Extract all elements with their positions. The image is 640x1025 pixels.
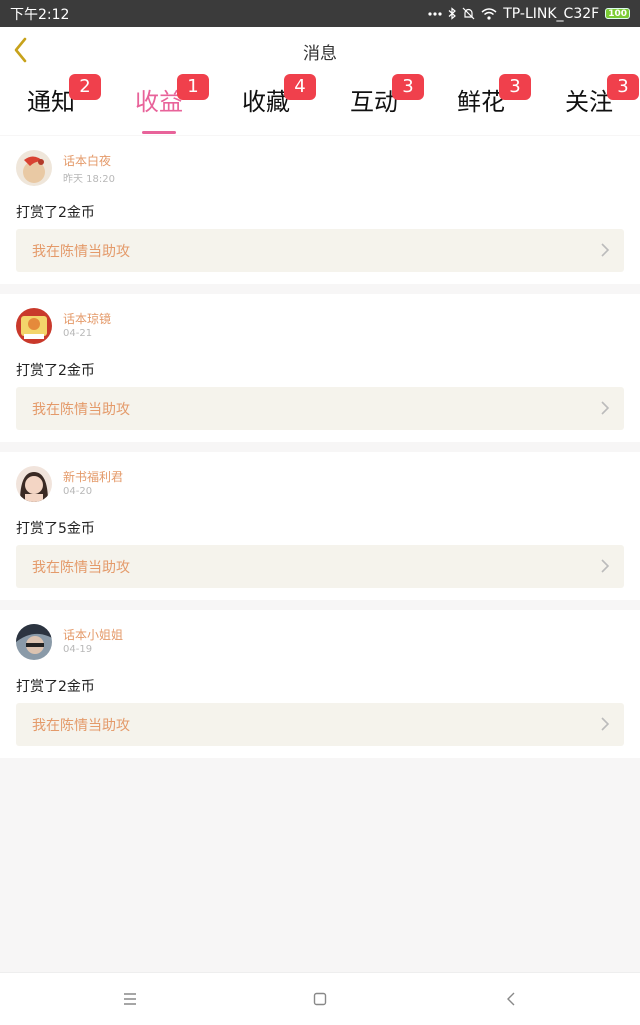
status-icons: TP-LINK_C32F 100 <box>428 6 630 22</box>
message-text: 打赏了2金币 <box>16 679 95 695</box>
tab-follow[interactable]: 关注 3 <box>549 74 639 133</box>
username[interactable]: 话本白夜 <box>63 152 111 169</box>
chevron-right-icon <box>601 717 610 731</box>
username[interactable]: 话本琼镜 <box>63 310 111 327</box>
back-nav-button[interactable] <box>500 987 524 1011</box>
silent-bell-icon <box>462 7 475 20</box>
username[interactable]: 话本小姐姐 <box>63 626 123 643</box>
battery-icon: 100 <box>605 8 630 19</box>
message-text: 打赏了5金币 <box>16 521 95 537</box>
wifi-name: TP-LINK_C32F <box>503 5 600 22</box>
tab-badge: 3 <box>499 74 531 100</box>
message-text: 打赏了2金币 <box>16 205 95 221</box>
book-title: 我在陈情当助攻 <box>32 402 130 418</box>
tab-badge: 1 <box>177 74 209 100</box>
avatar[interactable] <box>16 308 52 344</box>
bluetooth-icon <box>448 7 457 20</box>
book-link[interactable]: 我在陈情当助攻 <box>16 703 624 746</box>
tab-badge: 3 <box>392 74 424 100</box>
book-title: 我在陈情当助攻 <box>32 560 130 576</box>
message-time: 昨天 18:20 <box>63 174 115 185</box>
chevron-right-icon <box>601 559 610 573</box>
message-time: 04-20 <box>63 486 93 497</box>
status-bar: 下午2:12 TP-LINK_C32F 100 <box>0 0 640 27</box>
page-title: 消息 <box>303 44 337 64</box>
message-time: 04-19 <box>63 644 93 655</box>
avatar[interactable] <box>16 624 52 660</box>
book-title: 我在陈情当助攻 <box>32 244 130 260</box>
more-dots-icon <box>428 11 442 17</box>
message-card: 新书福利君 04-20 打赏了5金币 我在陈情当助攻 <box>0 452 640 600</box>
tab-flowers[interactable]: 鲜花 3 <box>441 74 531 133</box>
tab-notice[interactable]: 通知 2 <box>11 74 101 133</box>
message-text: 打赏了2金币 <box>16 363 95 379</box>
tab-earnings[interactable]: 收益 1 <box>119 74 209 134</box>
tab-badge: 4 <box>284 74 316 100</box>
username[interactable]: 新书福利君 <box>63 468 123 485</box>
back-nav-icon <box>507 992 515 1006</box>
message-card: 话本白夜 昨天 18:20 打赏了2金币 我在陈情当助攻 <box>0 136 640 284</box>
message-card: 话本小姐姐 04-19 打赏了2金币 我在陈情当助攻 <box>0 610 640 758</box>
top-header: 消息 <box>0 27 640 74</box>
message-time: 04-21 <box>63 328 93 339</box>
tab-badge: 2 <box>69 74 101 100</box>
book-link[interactable]: 我在陈情当助攻 <box>16 545 624 588</box>
book-link[interactable]: 我在陈情当助攻 <box>16 387 624 430</box>
book-link[interactable]: 我在陈情当助攻 <box>16 229 624 272</box>
tab-bar: 通知 2 收益 1 收藏 4 互动 3 鲜花 3 关注 3 <box>0 73 640 135</box>
wifi-icon <box>481 7 497 20</box>
tab-badge: 3 <box>607 74 639 100</box>
chevron-right-icon <box>601 401 610 415</box>
system-nav-bar <box>0 972 640 1025</box>
avatar[interactable] <box>16 466 52 502</box>
battery-level: 100 <box>608 8 627 19</box>
home-icon <box>313 992 327 1006</box>
chevron-right-icon <box>601 243 610 257</box>
menu-icon <box>124 993 136 1005</box>
avatar[interactable] <box>16 150 52 186</box>
message-card: 话本琼镜 04-21 打赏了2金币 我在陈情当助攻 <box>0 294 640 442</box>
tab-interaction[interactable]: 互动 3 <box>334 74 424 133</box>
tab-favorites[interactable]: 收藏 4 <box>226 74 316 133</box>
book-title: 我在陈情当助攻 <box>32 718 130 734</box>
menu-button[interactable] <box>118 987 142 1011</box>
active-tab-indicator <box>142 131 176 134</box>
status-time: 下午2:12 <box>10 6 70 23</box>
home-button[interactable] <box>308 987 332 1011</box>
